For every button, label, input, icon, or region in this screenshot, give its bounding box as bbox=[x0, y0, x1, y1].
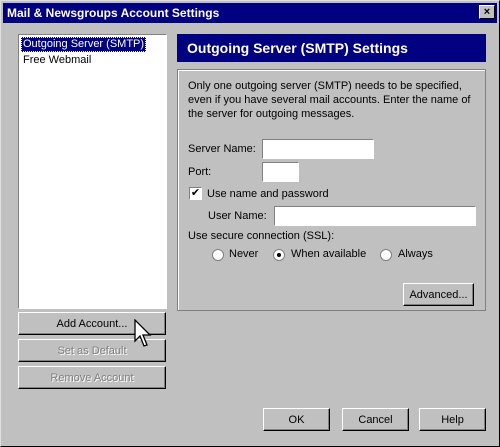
ssl-always-label: Always bbox=[398, 248, 433, 260]
user-name-input[interactable] bbox=[274, 206, 476, 226]
ok-button[interactable]: OK bbox=[263, 408, 330, 431]
remove-account-button[interactable]: Remove Account bbox=[18, 366, 166, 389]
ssl-when-available-label: When available bbox=[291, 248, 367, 260]
list-item-outgoing-server[interactable]: Outgoing Server (SMTP) bbox=[21, 37, 147, 52]
list-item-free-webmail[interactable]: Free Webmail bbox=[21, 53, 93, 68]
help-button[interactable]: Help bbox=[419, 408, 486, 431]
port-input[interactable] bbox=[262, 162, 299, 182]
user-name-label: User Name: bbox=[208, 210, 267, 222]
panel-header: Outgoing Server (SMTP) Settings bbox=[177, 34, 486, 62]
server-name-label: Server Name: bbox=[188, 143, 256, 155]
ssl-always-radio[interactable] bbox=[380, 249, 392, 261]
panel-description: Only one outgoing server (SMTP) needs to… bbox=[188, 80, 471, 120]
use-name-password-checkbox[interactable]: ✔ bbox=[189, 187, 202, 200]
window-title: Mail & Newsgroups Account Settings bbox=[7, 6, 220, 20]
checkmark-icon: ✔ bbox=[190, 187, 201, 199]
ssl-never-label: Never bbox=[229, 248, 259, 260]
port-label: Port: bbox=[188, 166, 212, 178]
title-bar[interactable]: Mail & Newsgroups Account Settings × bbox=[3, 3, 497, 23]
account-list[interactable]: Outgoing Server (SMTP) Free Webmail bbox=[18, 34, 167, 309]
ssl-label: Use secure connection (SSL): bbox=[188, 230, 335, 242]
account-settings-dialog: Mail & Newsgroups Account Settings × Out… bbox=[0, 0, 500, 447]
close-button[interactable]: × bbox=[479, 5, 495, 19]
server-name-input[interactable] bbox=[262, 139, 374, 159]
use-name-password-label: Use name and password bbox=[207, 188, 329, 200]
radio-dot-icon bbox=[277, 253, 281, 257]
ssl-when-available-radio[interactable] bbox=[273, 249, 285, 261]
advanced-button[interactable]: Advanced... bbox=[403, 283, 474, 306]
mouse-pointer-icon bbox=[134, 319, 152, 347]
cancel-button[interactable]: Cancel bbox=[342, 408, 409, 431]
ssl-never-radio[interactable] bbox=[212, 249, 224, 261]
